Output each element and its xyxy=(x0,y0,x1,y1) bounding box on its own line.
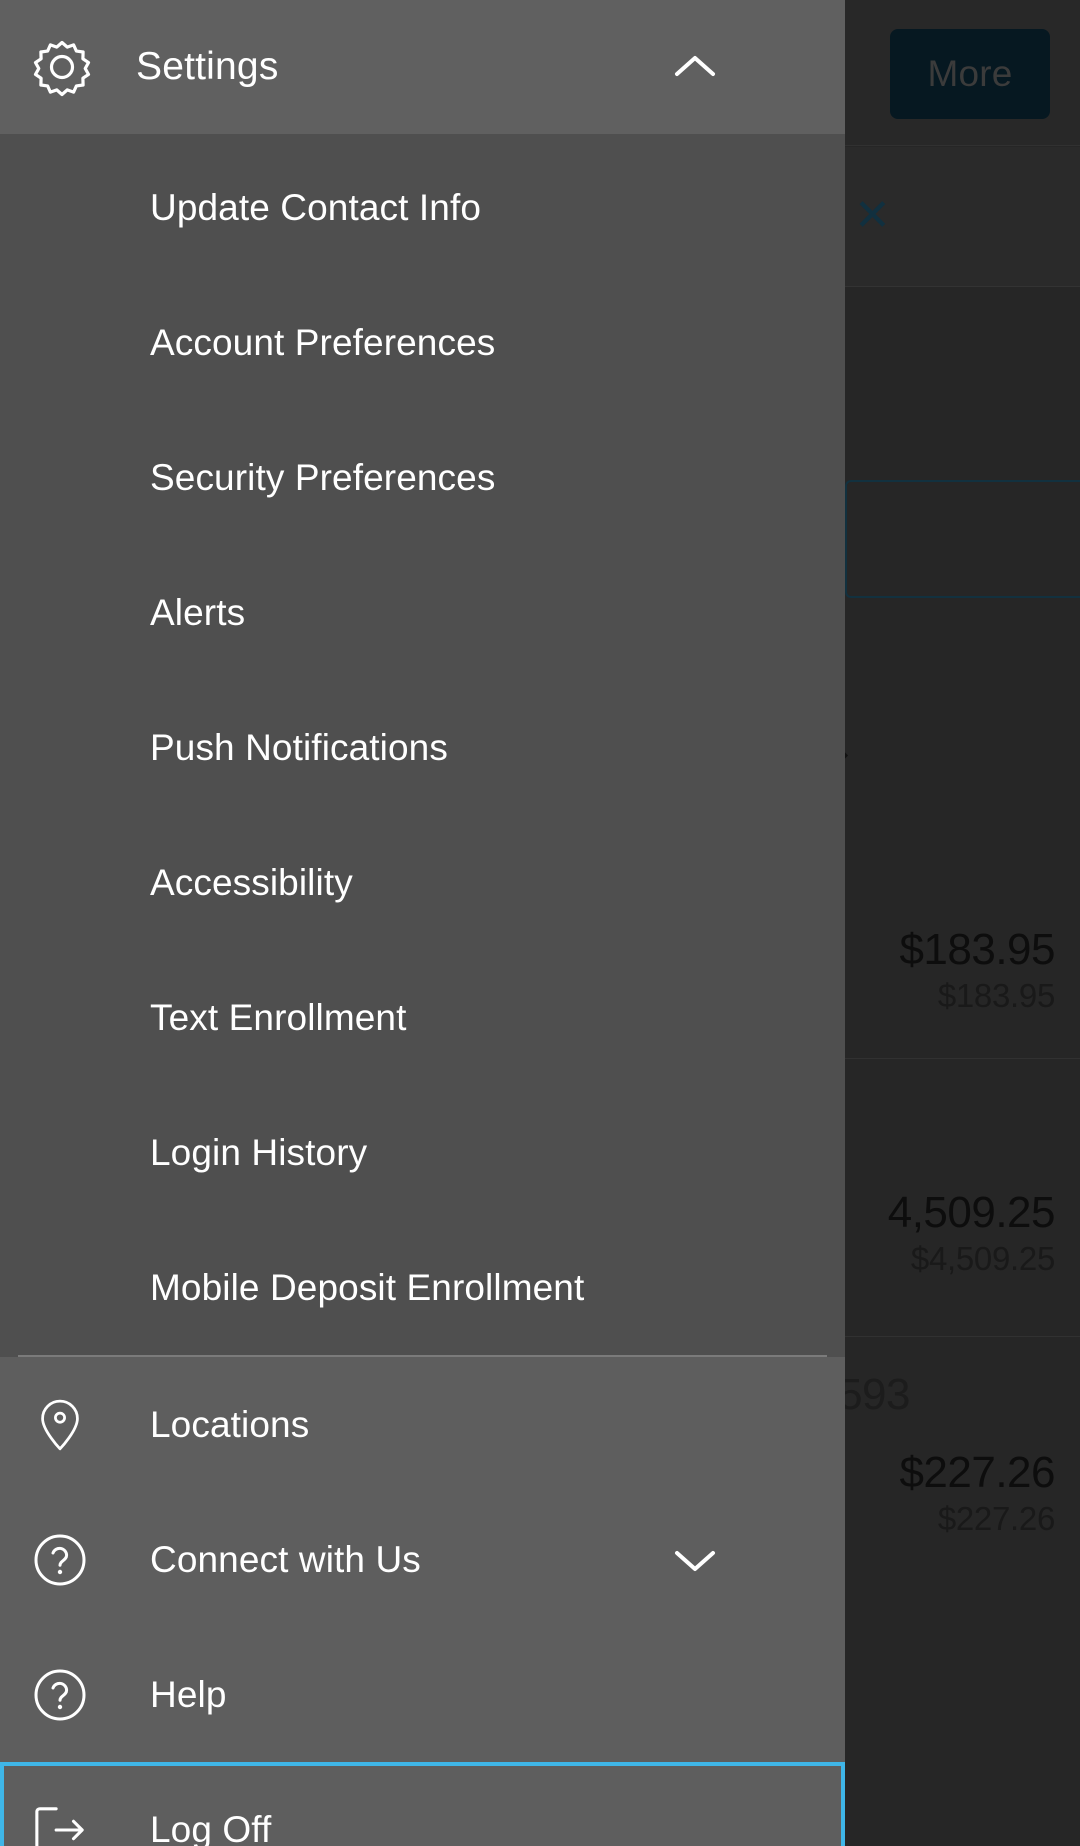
sidebar-item-security-preferences[interactable]: Security Preferences xyxy=(0,410,845,545)
close-icon[interactable]: ✕ xyxy=(854,194,898,240)
map-pin-icon xyxy=(30,1395,90,1455)
more-button[interactable]: More xyxy=(890,29,1050,119)
sidebar-item-label: Login History xyxy=(150,1131,368,1173)
sidebar-item-accessibility[interactable]: Accessibility xyxy=(0,815,845,950)
sidebar-item-label: Update Contact Info xyxy=(150,186,481,228)
sidebar-item-label: Mobile Deposit Enrollment xyxy=(150,1266,585,1308)
sidebar-item-mobile-deposit-enrollment[interactable]: Mobile Deposit Enrollment xyxy=(0,1220,845,1355)
sidebar-item-label: Text Enrollment xyxy=(150,996,407,1038)
sidebar-item-label: Security Preferences xyxy=(150,456,496,498)
page-title: Settings xyxy=(136,45,279,88)
sidebar-item-update-contact-info[interactable]: Update Contact Info xyxy=(0,140,845,275)
chevron-down-icon[interactable] xyxy=(673,1545,717,1575)
settings-lower-list: Locations Connect with Us Help Log Off xyxy=(0,1357,845,1846)
sidebar-item-help[interactable]: Help xyxy=(0,1627,845,1762)
sidebar-item-locations[interactable]: Locations xyxy=(0,1357,845,1492)
sidebar-item-log-off[interactable]: Log Off xyxy=(0,1762,845,1846)
sidebar-item-alerts[interactable]: Alerts xyxy=(0,545,845,680)
sidebar-item-account-preferences[interactable]: Account Preferences xyxy=(0,275,845,410)
sidebar-item-push-notifications[interactable]: Push Notifications xyxy=(0,680,845,815)
settings-menu-panel: Settings Update Contact Info Account Pre… xyxy=(0,0,845,1846)
screen-root: More ✕ $183.95 $183.95 4,509.25 $4,509.2… xyxy=(0,0,1080,1846)
sidebar-item-label: Connect with Us xyxy=(150,1538,421,1580)
sidebar-item-label: Alerts xyxy=(150,591,246,633)
question-circle-icon xyxy=(30,1530,90,1590)
chevron-up-icon[interactable] xyxy=(673,52,717,82)
settings-menu-header[interactable]: Settings xyxy=(0,0,845,134)
sidebar-item-label: Help xyxy=(150,1673,227,1715)
sidebar-item-label: Push Notifications xyxy=(150,726,448,768)
gear-icon xyxy=(30,35,94,99)
sidebar-item-text-enrollment[interactable]: Text Enrollment xyxy=(0,950,845,1085)
sidebar-item-label: Locations xyxy=(150,1403,310,1445)
sidebar-item-connect-with-us[interactable]: Connect with Us xyxy=(0,1492,845,1627)
logout-icon xyxy=(30,1800,90,1846)
sidebar-item-label: Accessibility xyxy=(150,861,353,903)
settings-submenu-list: Update Contact Info Account Preferences … xyxy=(0,134,845,1355)
sidebar-item-label: Account Preferences xyxy=(150,321,496,363)
question-circle-icon xyxy=(30,1665,90,1725)
sidebar-item-label: Log Off xyxy=(150,1808,272,1846)
background-card-outline xyxy=(845,480,1080,598)
sidebar-item-login-history[interactable]: Login History xyxy=(0,1085,845,1220)
